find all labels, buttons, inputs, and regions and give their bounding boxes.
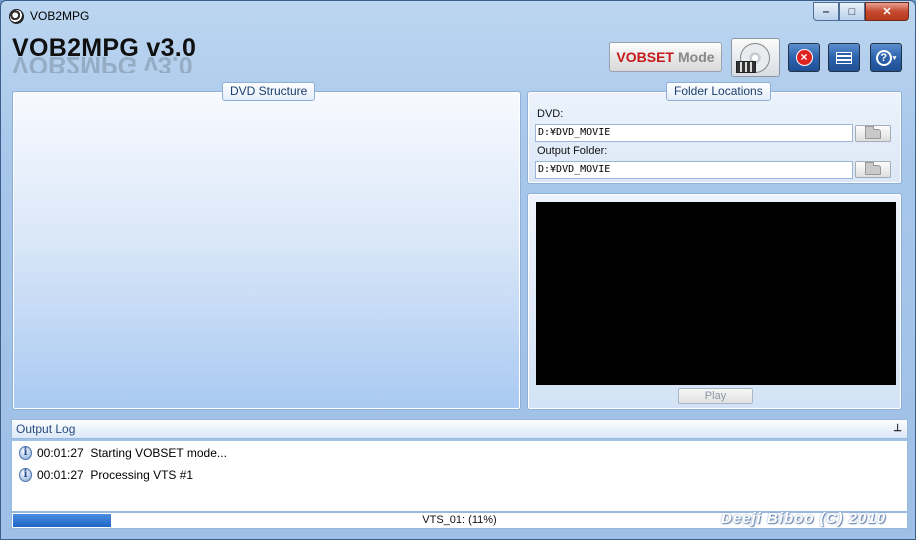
minimize-button[interactable]: ‒: [813, 2, 839, 21]
dvd-structure-panel[interactable]: DVD Structure: [12, 82, 521, 410]
maximize-button[interactable]: □: [839, 2, 865, 21]
output-folder-label: Output Folder:: [537, 145, 608, 157]
minimize-icon: ‒: [822, 5, 830, 18]
output-log-header: Output Log ⊥: [11, 419, 908, 439]
output-folder-field[interactable]: D:¥DVD_MOVIE: [535, 161, 853, 179]
folder-locations-legend: Folder Locations: [666, 82, 771, 101]
close-icon: ✕: [882, 6, 892, 18]
maximize-icon: □: [848, 5, 856, 18]
window-title: VOB2MPG: [30, 9, 90, 23]
log-time: 00:01:27: [37, 468, 84, 482]
soccer-ball-icon: [9, 9, 24, 24]
info-icon: i: [19, 468, 32, 482]
video-preview: [536, 202, 896, 385]
convert-disc-button[interactable]: [731, 38, 780, 77]
log-message: Starting VOBSET mode...: [90, 446, 227, 460]
vobset-mode-button[interactable]: VOBSET Mode: [609, 42, 722, 72]
app-title-reflection: VOB2MPG v3.0: [12, 57, 193, 73]
help-question-mark: ?: [875, 49, 892, 66]
log-list-button[interactable]: [828, 43, 860, 72]
video-preview-panel: Play: [527, 193, 902, 410]
folder-icon: [865, 125, 881, 139]
vobset-mode-suffix: Mode: [678, 49, 715, 65]
list-icon: [836, 51, 852, 64]
folder-icon: [865, 161, 881, 175]
info-icon: i: [19, 446, 32, 460]
pin-icon[interactable]: ⊥: [893, 423, 902, 434]
dvd-label: DVD:: [537, 108, 564, 120]
output-log[interactable]: i 00:01:27 Starting VOBSET mode... i 00:…: [11, 441, 908, 512]
title-bar[interactable]: VOB2MPG ‒ □ ✕: [1, 1, 915, 31]
help-button[interactable]: ? ▾: [870, 43, 902, 72]
output-log-title: Output Log: [16, 422, 76, 436]
dvd-structure-legend: DVD Structure: [222, 82, 316, 101]
dvd-path-field[interactable]: D:¥DVD_MOVIE: [535, 124, 853, 142]
film-strip-icon: [736, 61, 756, 73]
stop-icon: ×: [795, 49, 813, 66]
chevron-down-icon: ▾: [892, 54, 897, 62]
log-time: 00:01:27: [37, 446, 84, 460]
copyright-watermark: Deeji Biboo (C) 2010: [721, 510, 887, 527]
vobset-mode-label: VOBSET: [616, 49, 674, 65]
stop-button[interactable]: ×: [788, 43, 820, 72]
window-controls: ‒ □ ✕: [813, 2, 909, 21]
dvd-browse-button[interactable]: [855, 125, 891, 142]
output-browse-button[interactable]: [855, 161, 891, 178]
main-window: VOB2MPG ‒ □ ✕ VOB2MPG v3.0 VOB2MPG v3.0 …: [0, 0, 916, 540]
help-icon: ? ▾: [875, 49, 897, 66]
log-entry: i 00:01:27 Processing VTS #1: [19, 467, 193, 483]
play-button[interactable]: Play: [678, 388, 753, 404]
close-window-button[interactable]: ✕: [865, 2, 909, 21]
log-message: Processing VTS #1: [90, 468, 194, 482]
folder-locations-panel: Folder Locations DVD: D:¥DVD_MOVIE Outpu…: [527, 82, 902, 184]
log-entry: i 00:01:27 Starting VOBSET mode...: [19, 445, 227, 461]
